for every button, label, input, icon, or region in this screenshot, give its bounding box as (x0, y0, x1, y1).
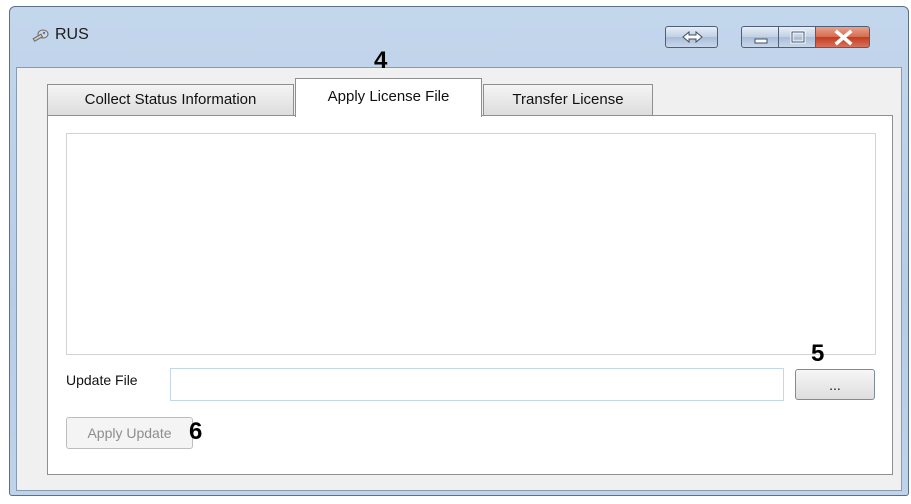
client-area: Collect Status Information Apply License… (16, 67, 902, 491)
close-button[interactable] (815, 26, 870, 48)
maximize-button[interactable] (778, 26, 816, 48)
update-file-label: Update File (66, 372, 138, 388)
restore-icon (790, 30, 806, 44)
license-text-area[interactable] (66, 133, 876, 355)
double-arrow-icon (682, 30, 703, 44)
title-bar[interactable]: RUS (10, 7, 908, 67)
minimize-button[interactable] (741, 26, 779, 48)
tab-collect-status[interactable]: Collect Status Information (47, 84, 294, 116)
minimize-icon (754, 38, 768, 44)
callout-4: 4 (374, 47, 388, 74)
tab-apply-license[interactable]: Apply License File (295, 78, 482, 117)
callout-5: 5 (811, 340, 825, 367)
app-window: RUS Collect Status Information Apply Lic… (9, 6, 909, 496)
apply-update-button[interactable]: Apply Update (66, 417, 193, 449)
window-title: RUS (55, 26, 89, 43)
update-file-input[interactable] (170, 368, 784, 401)
tab-panel: Update File ... Apply Update (47, 115, 893, 475)
tab-transfer-license[interactable]: Transfer License (483, 84, 653, 116)
swap-button[interactable] (665, 26, 718, 48)
browse-button[interactable]: ... (795, 369, 875, 400)
key-icon (32, 29, 49, 42)
close-icon (834, 29, 853, 46)
callout-6: 6 (189, 418, 203, 445)
